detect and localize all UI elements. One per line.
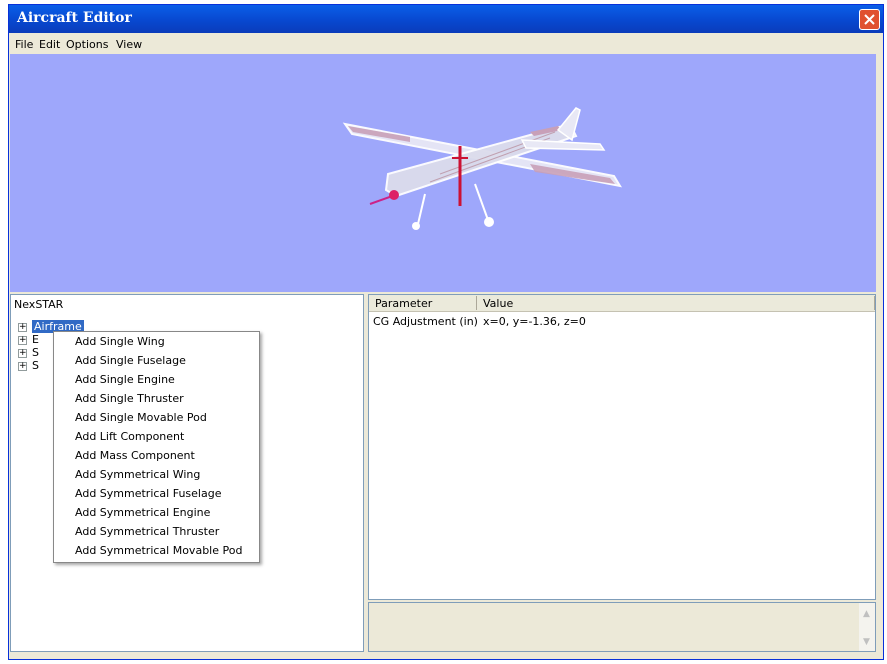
tree-node-label: S	[32, 346, 39, 359]
menu-add-single-engine[interactable]: Add Single Engine	[75, 373, 175, 386]
aircraft-model-render	[342, 107, 623, 230]
menu-add-single-fuselage[interactable]: Add Single Fuselage	[75, 354, 186, 367]
description-pane: ▲ ▼	[368, 602, 876, 652]
column-divider[interactable]	[476, 296, 477, 310]
menu-bar: File Edit Options View	[9, 35, 883, 55]
menu-view[interactable]: View	[116, 38, 142, 51]
description-scrollbar[interactable]: ▲ ▼	[859, 603, 875, 651]
expand-plus-icon[interactable]: +	[18, 323, 27, 332]
scroll-down-arrow-icon[interactable]: ▼	[863, 637, 870, 647]
menu-file[interactable]: File	[15, 38, 33, 51]
expand-plus-icon[interactable]: +	[18, 336, 27, 345]
menu-add-mass-component[interactable]: Add Mass Component	[75, 449, 195, 462]
aircraft-3d-viewport[interactable]	[10, 54, 876, 292]
menu-add-single-wing[interactable]: Add Single Wing	[75, 335, 165, 348]
property-grid[interactable]: Parameter Value CG Adjustment (in) x=0, …	[368, 294, 876, 600]
close-button[interactable]	[859, 9, 880, 30]
menu-add-single-thruster[interactable]: Add Single Thruster	[75, 392, 184, 405]
column-divider[interactable]	[874, 296, 875, 310]
menu-add-single-movable-pod[interactable]: Add Single Movable Pod	[75, 411, 207, 424]
menu-add-symmetrical-thruster[interactable]: Add Symmetrical Thruster	[75, 525, 219, 538]
tree-node-label: S	[32, 359, 39, 372]
tree-root-label[interactable]: NexSTAR	[14, 298, 63, 311]
cell-parameter[interactable]: CG Adjustment (in)	[373, 315, 478, 328]
title-bar[interactable]: Aircraft Editor	[9, 5, 883, 33]
menu-add-lift-component[interactable]: Add Lift Component	[75, 430, 184, 443]
column-header-parameter[interactable]: Parameter	[375, 297, 432, 310]
menu-edit[interactable]: Edit	[39, 38, 60, 51]
close-icon	[864, 14, 875, 25]
menu-add-symmetrical-fuselage[interactable]: Add Symmetrical Fuselage	[75, 487, 221, 500]
expand-plus-icon[interactable]: +	[18, 349, 27, 358]
scroll-up-arrow-icon[interactable]: ▲	[863, 609, 870, 619]
grid-header: Parameter Value	[369, 295, 875, 312]
column-header-value[interactable]: Value	[483, 297, 513, 310]
menu-options[interactable]: Options	[66, 38, 108, 51]
cell-value[interactable]: x=0, y=-1.36, z=0	[483, 315, 586, 328]
menu-add-symmetrical-wing[interactable]: Add Symmetrical Wing	[75, 468, 200, 481]
context-menu: Add Single Wing Add Single Fuselage Add …	[53, 331, 260, 563]
window-title: Aircraft Editor	[17, 10, 132, 26]
menu-add-symmetrical-movable-pod[interactable]: Add Symmetrical Movable Pod	[75, 544, 242, 557]
expand-plus-icon[interactable]: +	[18, 362, 27, 371]
menu-add-symmetrical-engine[interactable]: Add Symmetrical Engine	[75, 506, 210, 519]
tree-node-label: E	[32, 333, 39, 346]
